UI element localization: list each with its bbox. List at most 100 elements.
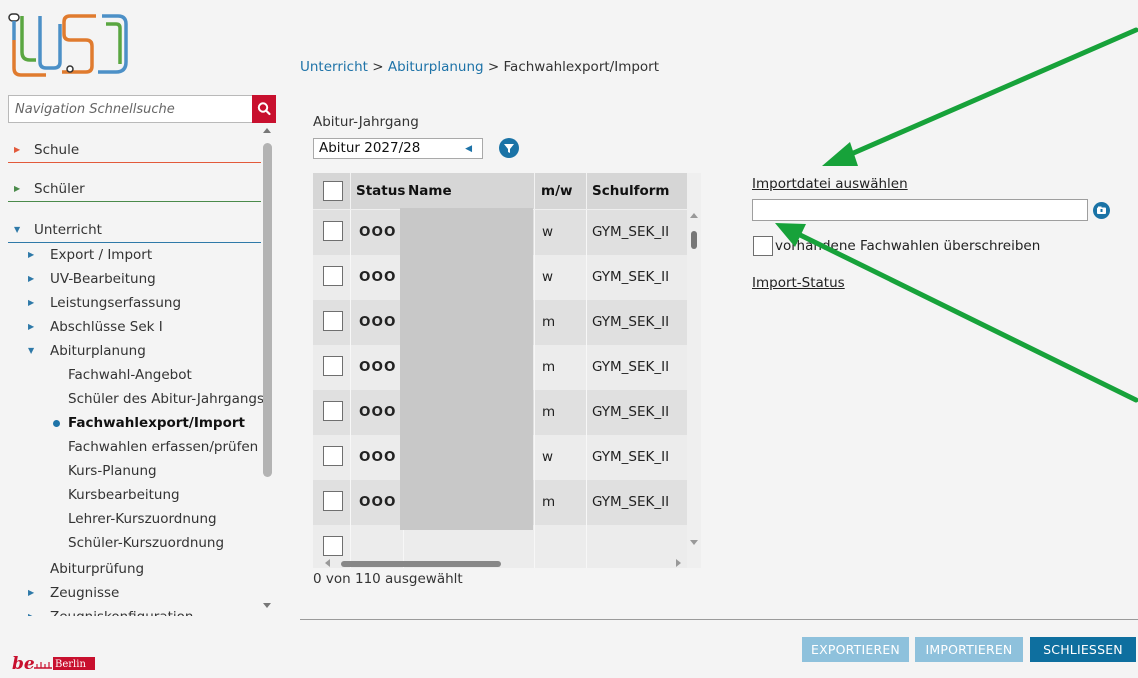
column-header-status[interactable]: Status [356,173,405,209]
status-indicator: OOO [359,224,397,240]
active-dot-icon [53,420,60,427]
breadcrumb: Unterricht > Abiturplanung > Fachwahlexp… [300,59,659,75]
nav-item-label: Zeugniskonfiguration [50,605,193,616]
table-vertical-scrollbar[interactable] [687,211,701,545]
cell-schulform: GYM_SEK_II [592,449,670,465]
row-checkbox[interactable] [323,266,343,286]
cell-schulform: GYM_SEK_II [592,314,670,330]
nav-section-schule[interactable]: ▶ Schule [8,137,261,163]
row-checkbox[interactable] [323,221,343,241]
column-header-schulform[interactable]: Schulform [592,173,669,209]
row-checkbox[interactable] [323,311,343,331]
breadcrumb-link-abiturplanung[interactable]: Abiturplanung [388,59,484,75]
scroll-up-arrow-icon[interactable] [263,128,271,133]
nav-subitem-fachwahlexport-import[interactable]: Fachwahlexport/Import [8,411,261,435]
nav-item-label: Fachwahlexport/Import [68,415,245,431]
overwrite-label: vorhandene Fachwahlen überschreiben [775,238,1041,254]
filter-button[interactable] [499,138,519,158]
nav-subitem-kurs-planung[interactable]: Kurs-Planung [8,459,261,483]
status-indicator: OOO [359,449,397,465]
row-checkbox[interactable] [323,446,343,466]
nav-subitem-schueler-kurszuordnung[interactable]: Schüler-Kurszuordnung [8,531,261,555]
import-file-input[interactable] [752,199,1088,221]
breadcrumb-link-unterricht[interactable]: Unterricht [300,59,368,75]
search-input[interactable] [9,96,253,122]
row-checkbox[interactable] [323,491,343,511]
scroll-up-arrow-icon[interactable] [690,213,698,218]
scroll-down-arrow-icon[interactable] [263,603,271,608]
browse-file-button[interactable] [1093,202,1110,219]
scroll-left-arrow-icon[interactable] [325,559,330,567]
nav-subitem-kursbearbeitung[interactable]: Kursbearbeitung [8,483,261,507]
nav-subitem-schueler-abitur-jahrgang[interactable]: Schüler des Abitur-Jahrgangs [8,387,265,411]
cell-mw: m [542,359,556,375]
abitur-jahrgang-label: Abitur-Jahrgang [313,114,419,130]
nav-subitem-lehrer-kurszuordnung[interactable]: Lehrer-Kurszuordnung [8,507,261,531]
status-indicator: OOO [359,494,397,510]
nav-subitem-fachwahlen-erfassen[interactable]: Fachwahlen erfassen/prüfen [8,435,261,459]
nav-subitem-fachwahl-angebot[interactable]: Fachwahl-Angebot [8,363,261,387]
import-status-link[interactable]: Import-Status [752,275,845,291]
name-column-redacted [400,208,533,530]
nav-item-abschluesse[interactable]: ▶ Abschlüsse Sek I [8,315,261,339]
nav-item-label: Leistungserfassung [50,295,182,311]
expand-arrow-icon: ▶ [28,250,35,259]
status-indicator: OOO [359,359,397,375]
nav-item-zeugnisse[interactable]: ▶ Zeugnisse [8,581,261,605]
cell-mw: m [542,494,556,510]
cell-schulform: GYM_SEK_II [592,404,670,420]
navigation-search [8,95,276,123]
overwrite-checkbox[interactable] [753,236,773,256]
expand-arrow-icon: ▶ [14,184,21,193]
breadcrumb-separator: > [483,59,504,75]
cell-schulform: GYM_SEK_II [592,494,670,510]
table-vertical-scroll-thumb[interactable] [691,231,697,249]
cell-schulform: GYM_SEK_II [592,224,670,240]
select-value: Abitur 2027/28 [319,140,421,156]
nav-item-leistungserfassung[interactable]: ▶ Leistungserfassung [8,291,261,315]
select-all-checkbox[interactable] [323,181,343,201]
nav-item-uv-bearbeitung[interactable]: ▶ UV-Bearbeitung [8,267,261,291]
dropdown-arrow-icon: ◀ [465,144,472,154]
footer-divider [300,619,1138,620]
row-checkbox[interactable] [323,536,343,556]
column-header-name[interactable]: Name [408,173,452,209]
table-header: Status Name m/w Schulform [313,173,687,209]
expand-arrow-icon: ▶ [28,588,35,597]
search-button[interactable] [252,95,276,123]
cell-mw: w [542,224,554,240]
column-header-mw[interactable]: m/w [541,173,572,209]
import-button[interactable]: IMPORTIEREN [915,637,1023,662]
nav-section-label: Schule [34,142,80,158]
collapse-arrow-icon: ▼ [14,225,21,234]
row-checkbox[interactable] [323,356,343,376]
cell-schulform: GYM_SEK_II [592,359,670,375]
nav-section-unterricht[interactable]: ▼ Unterricht [8,217,261,243]
breadcrumb-current: Fachwahlexport/Import [503,59,660,75]
abitur-jahrgang-select[interactable]: Abitur 2027/28 ◀ [313,138,483,159]
svg-text:be: be [12,654,35,673]
nav-item-export-import[interactable]: ▶ Export / Import [8,243,261,267]
expand-arrow-icon: ▶ [28,322,35,331]
expand-arrow-icon: ▶ [28,298,35,307]
export-button[interactable]: EXPORTIEREN [802,637,909,662]
nav-item-zeugniskonfiguration[interactable]: ▶ Zeugniskonfiguration [8,605,261,616]
expand-arrow-icon: ▶ [28,605,34,616]
cell-mw: w [542,269,554,285]
import-file-label-link[interactable]: Importdatei auswählen [752,176,908,192]
close-button[interactable]: SCHLIESSEN [1030,637,1136,662]
table-horizontal-scroll-thumb[interactable] [341,561,501,567]
status-indicator: OOO [359,269,397,285]
row-checkbox[interactable] [323,401,343,421]
nav-item-label: Schüler des Abitur-Jahrgangs [68,391,265,407]
selection-count: 0 von 110 ausgewählt [313,571,463,587]
nav-section-schueler[interactable]: ▶ Schüler [8,176,261,202]
status-indicator: OOO [359,314,397,330]
cell-mw: w [542,449,554,465]
nav-scroll-thumb[interactable] [263,143,272,477]
nav-item-abiturpruefung[interactable]: Abiturprüfung [8,557,261,581]
cell-mw: m [542,404,556,420]
nav-item-abiturplanung[interactable]: ▼ Abiturplanung [8,339,261,363]
scroll-down-arrow-icon[interactable] [690,540,698,545]
scroll-right-arrow-icon[interactable] [676,559,681,567]
